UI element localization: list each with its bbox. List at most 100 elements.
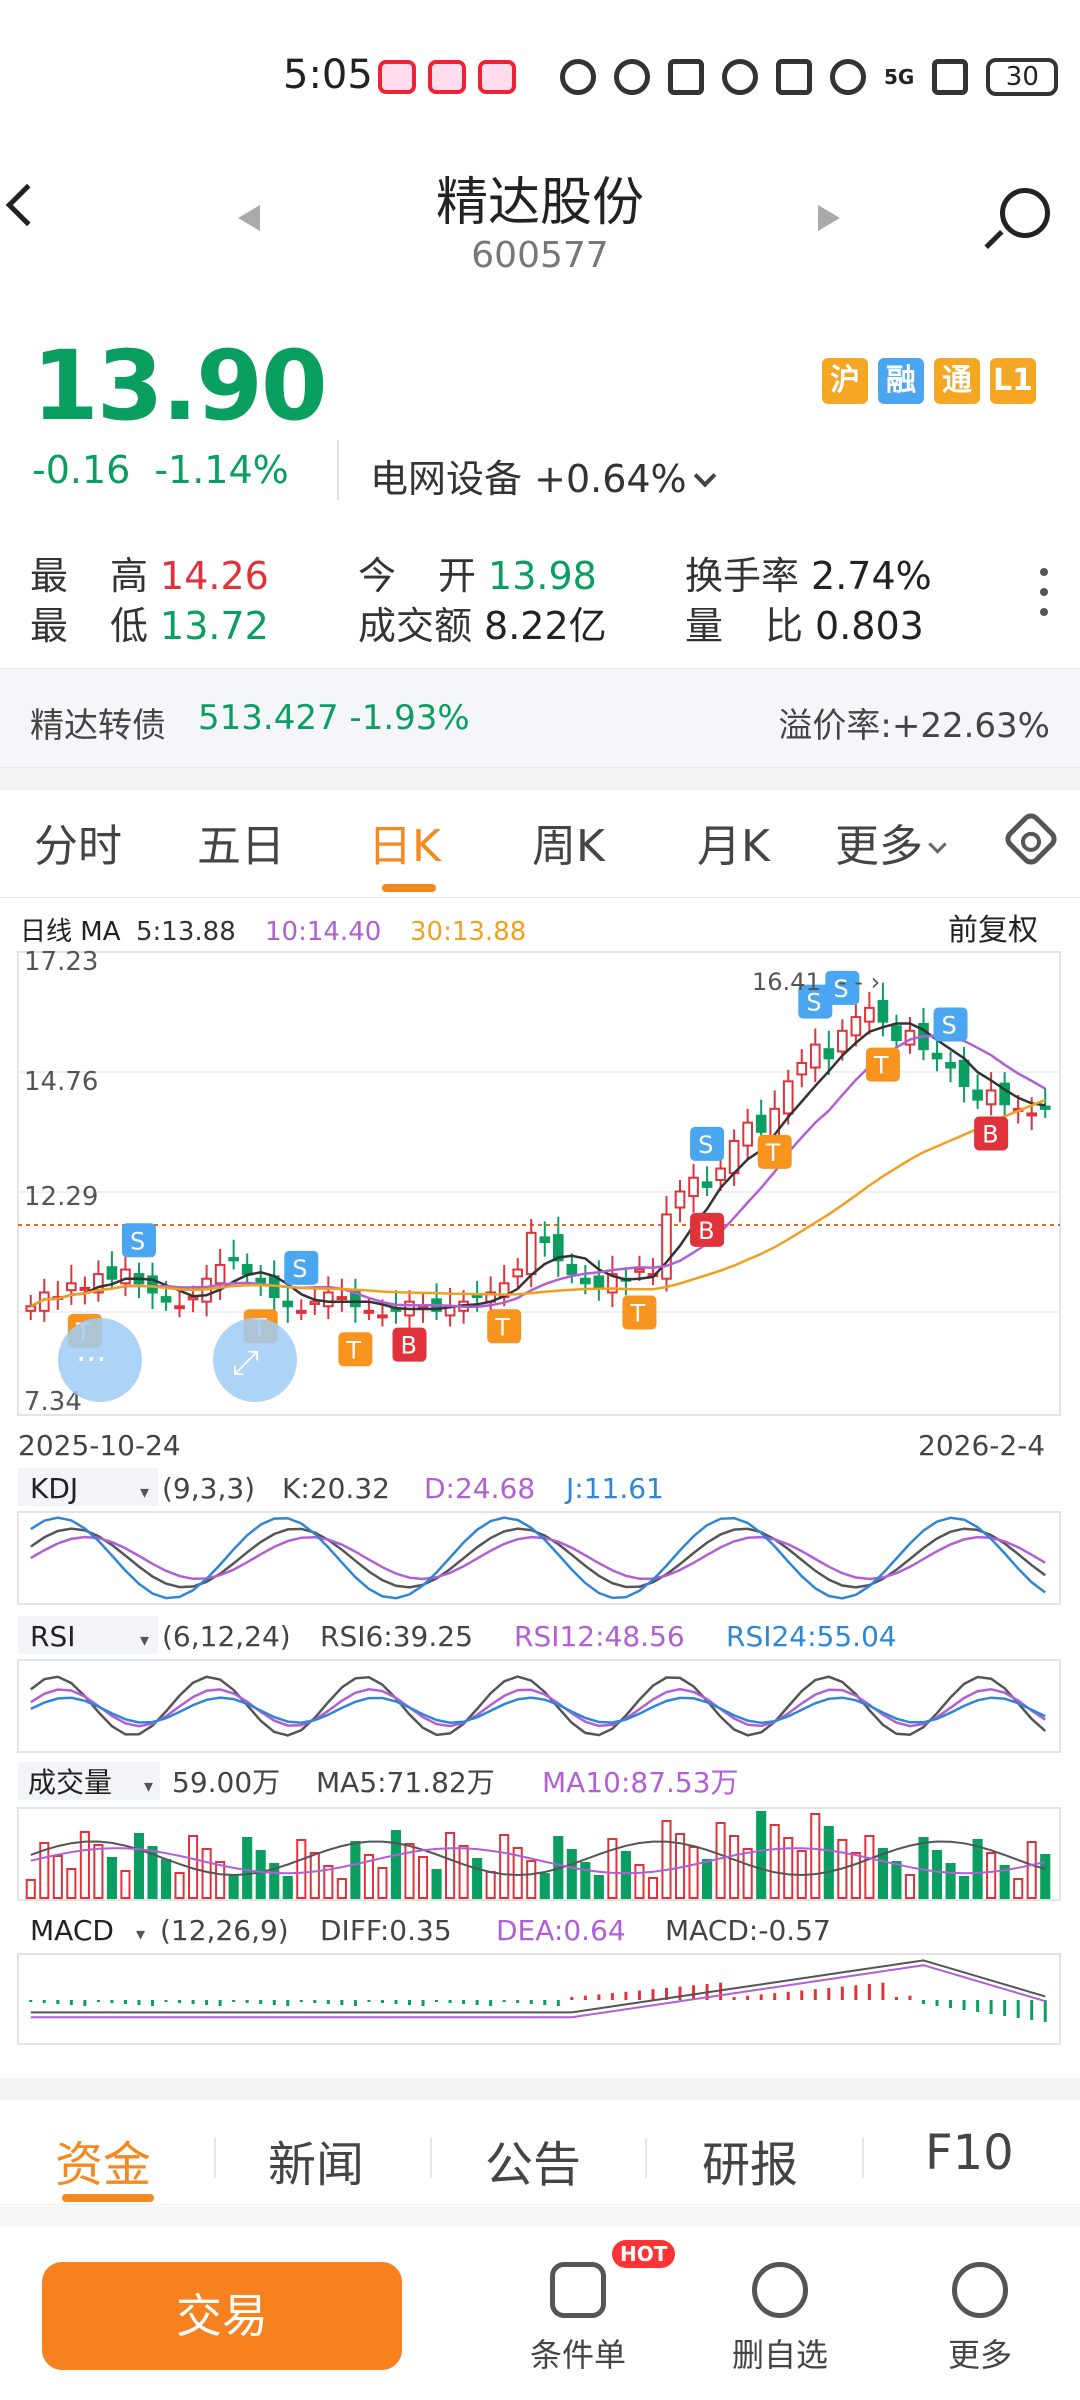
macd-bar xyxy=(137,2000,141,2005)
search-icon[interactable] xyxy=(1000,188,1050,238)
market-badges: 沪 融 通 L1 xyxy=(822,358,1036,404)
stat-label: 开 xyxy=(438,554,477,598)
sector-change: +0.64% xyxy=(534,457,687,501)
trade-marker-label: T xyxy=(765,1139,781,1167)
adjust-mode[interactable]: 前复权 xyxy=(948,913,1038,948)
stat-high: 最高 14.26 xyxy=(30,545,269,600)
macd-name[interactable]: MACD xyxy=(30,1914,114,1947)
volume-bar xyxy=(296,1839,307,1899)
ma30-line xyxy=(30,1098,1046,1308)
volume-bar xyxy=(228,1874,239,1899)
volume-bar xyxy=(891,1861,902,1899)
badge-l1[interactable]: L1 xyxy=(990,358,1036,404)
more-button[interactable]: 更多 xyxy=(900,2262,1060,2376)
y-tick-max: 17.23 xyxy=(24,947,98,977)
macd-bar xyxy=(637,1990,641,2000)
status-time: 5:05 xyxy=(283,52,373,98)
tab-news[interactable]: 新闻 xyxy=(268,2125,364,2195)
candle-body xyxy=(864,1006,875,1023)
tab-funds[interactable]: 资金 xyxy=(55,2125,151,2195)
candle-body xyxy=(985,1089,997,1106)
kdj-name: KDJ xyxy=(30,1472,78,1505)
volume-ma5: MA5:71.82万 xyxy=(316,1766,495,1799)
badge-connect[interactable]: 通 xyxy=(934,358,980,404)
trade-button[interactable]: 交易 xyxy=(42,2262,402,2370)
moon-icon xyxy=(722,59,758,95)
tab-underline xyxy=(382,884,436,892)
macd-bar xyxy=(326,2000,330,2004)
candle-body xyxy=(336,1296,348,1301)
remove-favorite-button[interactable]: 删自选 xyxy=(700,2262,860,2376)
stat-label: 最 xyxy=(30,554,69,598)
candle-body xyxy=(525,1231,537,1276)
macd-bar xyxy=(529,2000,533,2004)
macd-dea-line xyxy=(30,1964,1046,2019)
sector-info[interactable]: 电网设备 +0.64% xyxy=(370,448,716,503)
volume-bar xyxy=(850,1852,861,1899)
sector-name: 电网设备 xyxy=(370,457,523,501)
more-dots-icon xyxy=(952,2262,1008,2318)
tab-research[interactable]: 研报 xyxy=(702,2125,798,2195)
trade-marker-label: S xyxy=(942,1012,957,1040)
stat-label: 低 xyxy=(110,604,149,648)
tab-daily-k[interactable]: 日K xyxy=(368,810,441,874)
candle-body xyxy=(580,1277,591,1285)
volume-bar xyxy=(458,1845,469,1899)
rsi12-line xyxy=(30,1687,1046,1728)
candle-body xyxy=(688,1176,699,1198)
more-options-icon[interactable] xyxy=(1040,568,1048,628)
stat-value: 2.74% xyxy=(811,554,932,598)
badge-margin[interactable]: 融 xyxy=(878,358,924,404)
badge-sh[interactable]: 沪 xyxy=(822,358,868,404)
volume-bar xyxy=(309,1852,320,1899)
candle-body xyxy=(972,1089,983,1101)
candle-body xyxy=(661,1213,672,1280)
macd-bar xyxy=(178,2000,182,2003)
candle-body xyxy=(295,1309,307,1314)
volume-bar xyxy=(445,1832,456,1899)
macd-bar xyxy=(651,1989,655,2000)
tab-weekly-k[interactable]: 周K xyxy=(532,810,605,874)
tab-intraday[interactable]: 分时 xyxy=(34,810,122,874)
macd-bar xyxy=(42,2000,46,2003)
tab-announcements[interactable]: 公告 xyxy=(485,2125,581,2195)
candle-body xyxy=(945,1061,956,1069)
volume-bar xyxy=(485,1871,496,1899)
y-tick: 14.76 xyxy=(24,1067,98,1097)
macd-bar xyxy=(218,2000,222,2006)
volume-bar xyxy=(52,1855,63,1899)
volume-name: 成交量 xyxy=(28,1766,112,1799)
candle-body xyxy=(160,1296,172,1303)
tab-monthly-k[interactable]: 月K xyxy=(697,810,770,874)
tab-more[interactable]: 更多 xyxy=(835,810,947,874)
conditional-order-button[interactable]: 条件单 xyxy=(498,2262,658,2376)
kdj-frame xyxy=(17,1511,1061,1605)
status-bar: 5:05 5G 30 xyxy=(0,0,1080,150)
macd-bar xyxy=(29,2000,33,2002)
macd-bar xyxy=(516,2000,520,2003)
trade-marker-label: B xyxy=(401,1332,417,1360)
volume-bar xyxy=(931,1850,943,1899)
stat-turnover: 换手率 2.74% xyxy=(685,545,932,600)
volume-bar xyxy=(742,1848,753,1899)
tab-five-day[interactable]: 五日 xyxy=(197,810,285,874)
remove-favorite-label: 删自选 xyxy=(731,2336,828,2374)
volume-bar xyxy=(390,1830,402,1899)
candle-body xyxy=(1039,1105,1051,1110)
tab-f10[interactable]: F10 xyxy=(925,2125,1014,2181)
kdj-d: D:24.68 xyxy=(424,1472,535,1505)
candle-body xyxy=(79,1286,91,1291)
next-stock-icon[interactable] xyxy=(818,205,840,231)
ma10-value: 10:14.40 xyxy=(265,917,381,947)
rsi24: RSI24:55.04 xyxy=(726,1620,897,1653)
kline-chart-area[interactable]: 日线 MA 5:13.88 10:14.40 30:13.88 前复权 17.2… xyxy=(0,900,1080,2060)
divider xyxy=(337,440,339,500)
wifi-icon xyxy=(830,59,866,95)
macd-bar xyxy=(908,1995,912,2000)
convertible-change: -1.93% xyxy=(349,698,470,738)
rsi12: RSI12:48.56 xyxy=(514,1620,685,1653)
kline-chart-svg[interactable]: 日线 MA 5:13.88 10:14.40 30:13.88 前复权 17.2… xyxy=(0,900,1080,2060)
trade-marker-label: B xyxy=(698,1217,714,1245)
volume-bar xyxy=(972,1839,983,1899)
trade-marker-label: T xyxy=(494,1313,510,1341)
